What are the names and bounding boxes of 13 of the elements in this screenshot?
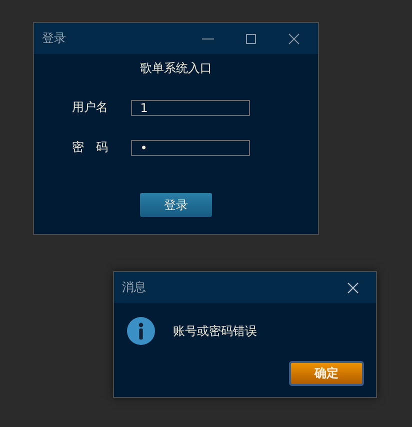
close-icon[interactable]	[288, 32, 300, 44]
window-title: 登录	[42, 30, 66, 47]
input-field[interactable]: 1	[131, 100, 250, 116]
form-heading: 歌单系统入口	[140, 60, 212, 77]
maximize-icon[interactable]	[245, 32, 257, 44]
info-icon	[127, 317, 155, 345]
input-field[interactable]: •	[131, 140, 250, 156]
window-title: 消息	[122, 279, 146, 296]
field-label: 用户名	[72, 99, 109, 116]
close-icon[interactable]	[347, 282, 359, 294]
login-button[interactable]: 登录	[140, 193, 212, 217]
field-label: 密 码	[72, 139, 109, 156]
message-text: 账号或密码错误	[173, 322, 257, 340]
